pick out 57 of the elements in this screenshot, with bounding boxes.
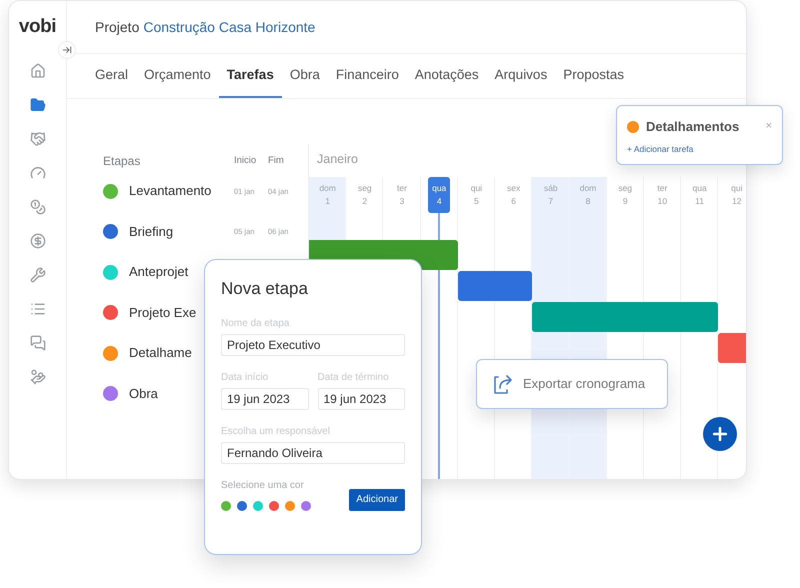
column-header: Etapas (103, 153, 142, 170)
tab[interactable]: Orçamento (136, 54, 219, 98)
home-icon[interactable] (28, 62, 46, 80)
project-label: Projeto (95, 18, 140, 37)
tab[interactable]: Tarefas (218, 54, 282, 98)
coins-icon[interactable] (28, 198, 46, 216)
input-field[interactable]: Projeto Executivo (221, 334, 405, 356)
day-header[interactable]: qui 12 (726, 177, 746, 213)
field-label: Selecione uma cor (221, 478, 305, 492)
plus-icon (710, 424, 730, 444)
stage-name: Detalhame (129, 345, 192, 360)
popover-title: Detalhamentos (646, 118, 740, 136)
day-header[interactable]: ter 3 (391, 177, 413, 213)
tab[interactable]: Obra (282, 54, 328, 98)
project-name: Construção Casa Horizonte (143, 18, 316, 37)
day-header[interactable]: ter 10 (651, 177, 674, 213)
column-header: Inicio (234, 154, 258, 168)
collapse-button[interactable] (58, 41, 76, 59)
tools-icon[interactable] (28, 266, 46, 284)
day-header[interactable]: sex 6 (502, 177, 525, 213)
color-swatch[interactable] (221, 500, 231, 510)
add-button[interactable]: Adicionar (349, 488, 405, 510)
stage-name: Projeto Exe (129, 304, 196, 320)
tab[interactable]: Financeiro (328, 54, 407, 98)
color-swatch[interactable] (269, 500, 279, 510)
hand-dollar-icon[interactable] (28, 368, 46, 386)
date-field[interactable]: 19 jun 2023 (318, 388, 405, 410)
logo: vobi (18, 17, 56, 36)
day-header[interactable]: qui 5 (465, 177, 488, 213)
color-swatch[interactable] (301, 500, 311, 510)
stage-name: Levantamento (129, 183, 212, 198)
handshake-icon[interactable] (28, 130, 46, 148)
date-field[interactable]: 19 jun 2023 (221, 388, 308, 410)
collapse-icon (62, 45, 72, 55)
color-swatch[interactable] (285, 500, 295, 510)
tab[interactable]: Geral (87, 54, 136, 98)
stage-name: Obra (129, 386, 158, 401)
chat-icon[interactable] (28, 334, 46, 352)
column-header: Fim (268, 154, 284, 168)
tab[interactable]: Arquivos (486, 54, 556, 98)
tab[interactable]: Anotações (406, 54, 487, 98)
day-header[interactable]: seg 2 (354, 177, 376, 213)
color-swatch[interactable] (253, 500, 263, 510)
stage-name: Briefing (129, 224, 174, 239)
month-label: Janeiro (317, 151, 358, 168)
stage-name: Anteprojet (129, 264, 188, 280)
folder-icon[interactable] (28, 96, 46, 114)
card-title: Nova etapa (221, 278, 309, 300)
day-header[interactable]: seg 9 (614, 177, 636, 213)
export-button[interactable]: Exportar cronograma (476, 359, 668, 409)
select-field[interactable]: Fernando Oliveira (221, 442, 405, 464)
color-swatch[interactable] (237, 500, 247, 510)
tab[interactable]: Propostas (555, 54, 632, 98)
day-header[interactable]: qua 4 (428, 177, 450, 213)
add-task-link[interactable]: + Adicionar tarefa (627, 142, 772, 156)
day-header[interactable]: qua 11 (688, 177, 711, 213)
dollar-icon[interactable] (28, 232, 46, 250)
